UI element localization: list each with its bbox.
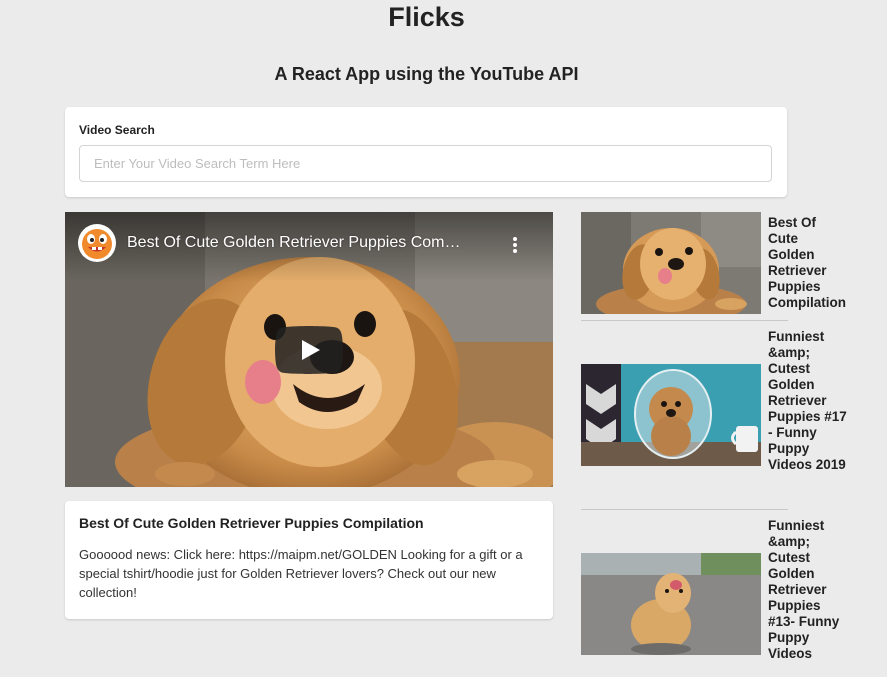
player-video-title[interactable]: Best Of Cute Golden Retriever Puppies Co… [127,234,497,252]
video-player[interactable]: Best Of Cute Golden Retriever Puppies Co… [65,212,553,487]
list-item-thumbnail [581,364,761,466]
list-item-title[interactable]: Funniest &amp; Cutest Golden Retriever P… [768,329,848,473]
list-item-title[interactable]: Best Of Cute Golden Retriever Puppies Co… [768,215,848,311]
list-item-thumbnail [581,553,761,655]
app-title: Flicks [388,2,465,32]
list-divider [581,320,788,321]
list-item-thumbnail [581,212,761,314]
video-details-title: Best Of Cute Golden Retriever Puppies Co… [79,515,424,531]
list-item[interactable]: Funniest &amp; Cutest Golden Retriever P… [581,515,887,677]
search-label: Video Search [79,123,155,137]
youtube-play-icon[interactable] [275,326,343,374]
search-card: Video Search [65,107,787,197]
cartoon-face-avatar-icon[interactable] [77,223,117,263]
app-subtitle: A React App using the YouTube API [274,64,579,84]
list-item[interactable]: Funniest &amp; Cutest Golden Retriever P… [581,326,887,506]
kebab-menu-icon[interactable] [511,236,519,254]
search-input[interactable] [79,145,772,182]
list-item-title[interactable]: Funniest &amp; Cutest Golden Retriever P… [768,518,848,662]
list-item[interactable]: Best Of Cute Golden Retriever Puppies Co… [581,212,887,314]
list-divider [581,509,788,510]
video-details-card: Best Of Cute Golden Retriever Puppies Co… [65,501,553,619]
video-details-description: Goooood news: Click here: https://maipm.… [79,547,523,600]
video-list: Best Of Cute Golden Retriever Puppies Co… [581,212,887,677]
